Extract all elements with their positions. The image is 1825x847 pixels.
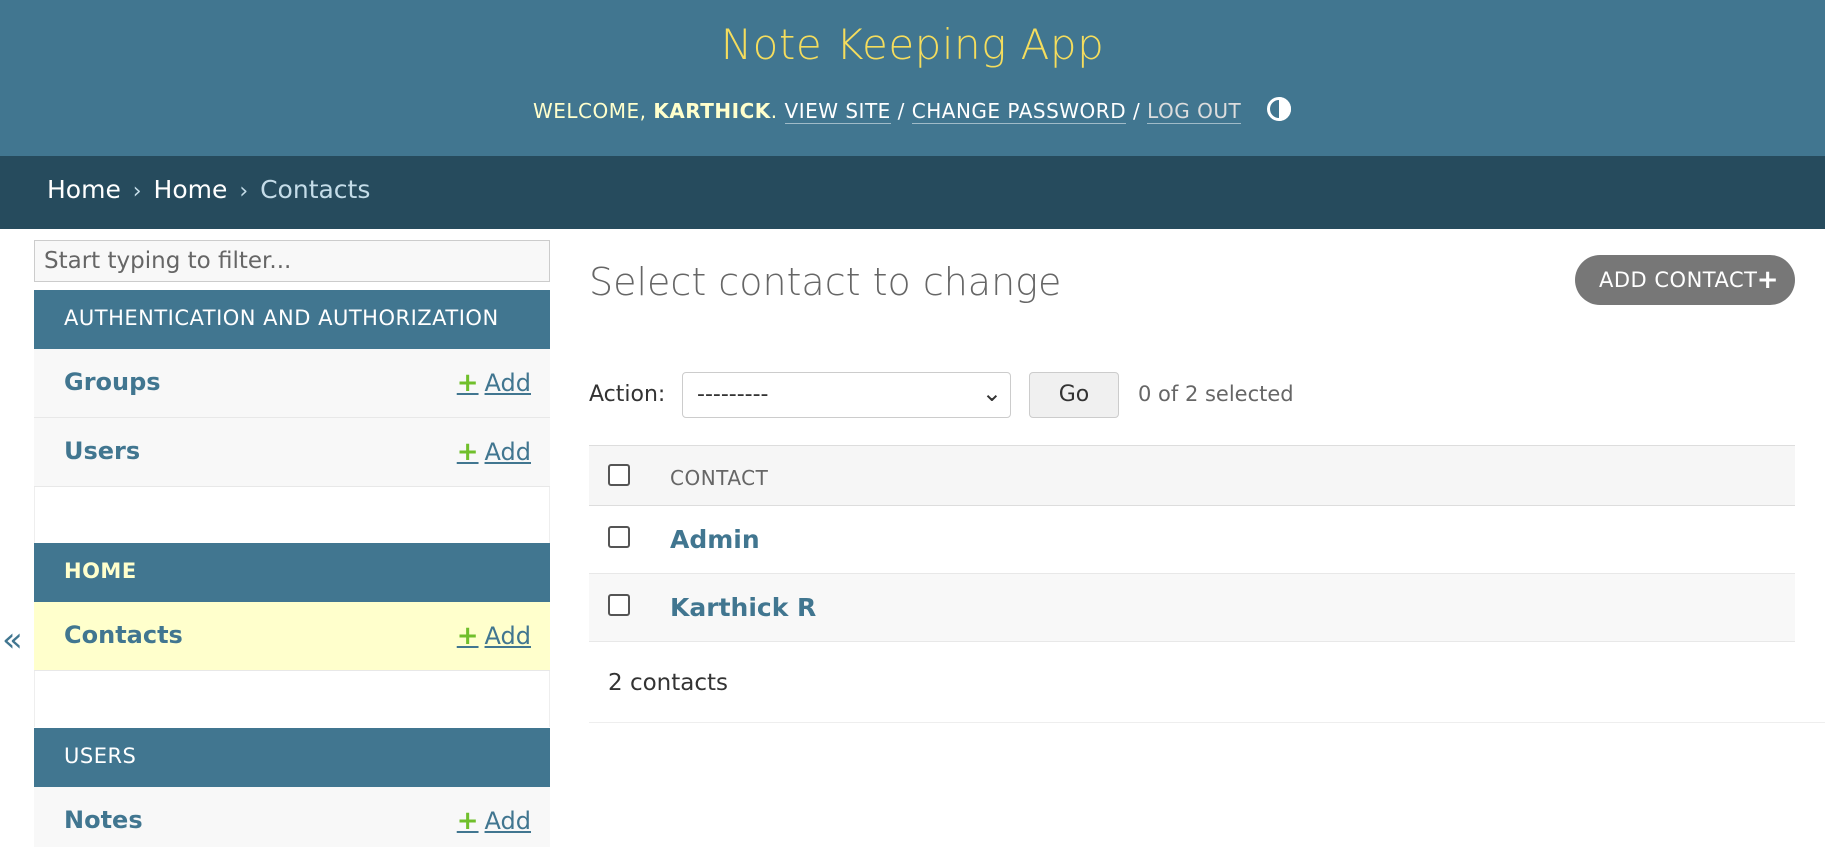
row-link[interactable]: Karthick R: [670, 593, 816, 622]
username: Karthick: [653, 99, 771, 123]
welcome-text: Welcome,: [532, 99, 654, 123]
add-groups-link[interactable]: + Add: [457, 368, 531, 398]
sidebar-item-label[interactable]: Groups: [64, 368, 161, 396]
theme-toggle-icon[interactable]: [1266, 96, 1292, 122]
add-contact-label: Add contact: [1599, 268, 1758, 292]
breadcrumb: Home › Home › Contacts: [0, 156, 1825, 229]
action-select[interactable]: --------- ⌄: [682, 372, 1011, 418]
change-password-link[interactable]: Change password: [911, 99, 1127, 124]
module-caption[interactable]: Users: [34, 728, 550, 787]
header: Note Keeping App Welcome, Karthick. View…: [0, 0, 1825, 156]
sidebar-item-notes: Notes + Add: [34, 787, 550, 847]
select-all-checkbox[interactable]: [608, 464, 630, 486]
breadcrumb-separator: ›: [239, 179, 249, 204]
module-users: Users Notes + Add: [34, 728, 550, 847]
action-label: Action:: [589, 382, 666, 407]
breadcrumb-separator: ›: [132, 179, 142, 204]
add-users-link[interactable]: + Add: [457, 437, 531, 467]
sidebar-item-users: Users + Add: [34, 418, 550, 487]
chevron-down-icon: ⌄: [981, 379, 1002, 407]
action-select-value: ---------: [697, 382, 769, 407]
go-button[interactable]: Go: [1029, 372, 1119, 418]
add-contact-button[interactable]: Add contact +: [1575, 255, 1795, 305]
sidebar-item-groups: Groups + Add: [34, 349, 550, 418]
page-title: Select contact to change: [589, 260, 1062, 304]
site-name[interactable]: Note Keeping App: [0, 20, 1825, 69]
module-home: Home Contacts + Add: [34, 543, 550, 727]
table-header: Contact: [589, 445, 1795, 506]
module-caption[interactable]: Home: [34, 543, 550, 602]
result-table: Contact Admin Karthick R: [589, 445, 1795, 642]
row-checkbox[interactable]: [608, 526, 630, 548]
sidebar-item-label[interactable]: Notes: [64, 806, 143, 834]
table-row: Karthick R: [589, 574, 1795, 642]
plus-icon: +: [456, 621, 479, 651]
add-contacts-link[interactable]: + Add: [457, 621, 531, 651]
row-link[interactable]: Admin: [670, 525, 760, 554]
user-tools: Welcome, Karthick. View site / Change pa…: [0, 96, 1825, 124]
plus-icon: +: [456, 437, 479, 467]
separator: /: [897, 99, 905, 123]
sidebar-item-label[interactable]: Users: [64, 437, 140, 465]
breadcrumb-home[interactable]: Home: [47, 175, 121, 204]
plus-icon: +: [456, 368, 479, 398]
log-out-link[interactable]: Log out: [1147, 99, 1242, 124]
actions-bar: Action: --------- ⌄ Go 0 of 2 selected: [589, 372, 1795, 418]
sidebar-item-label[interactable]: Contacts: [64, 621, 183, 649]
selection-count: 0 of 2 selected: [1138, 382, 1294, 406]
column-header-contact[interactable]: Contact: [670, 466, 768, 490]
module-spacer: [34, 671, 550, 727]
sidebar-item-contacts: Contacts + Add: [34, 602, 550, 671]
welcome-period: .: [770, 99, 778, 123]
view-site-link[interactable]: View site: [784, 99, 891, 124]
table-row: Admin: [589, 506, 1795, 574]
paginator: 2 contacts: [589, 654, 1825, 723]
sidebar-filter-input[interactable]: [34, 240, 550, 282]
breadcrumb-app-home[interactable]: Home: [154, 175, 228, 204]
module-caption[interactable]: Authentication and Authorization: [34, 290, 550, 349]
row-checkbox[interactable]: [608, 594, 630, 616]
sidebar-collapse-button[interactable]: «: [2, 620, 28, 660]
add-notes-link[interactable]: + Add: [457, 806, 531, 836]
breadcrumb-current: Contacts: [260, 175, 371, 204]
plus-icon: +: [1756, 265, 1779, 295]
separator: /: [1132, 99, 1141, 123]
module-auth: Authentication and Authorization Groups …: [34, 290, 550, 543]
plus-icon: +: [456, 806, 479, 836]
module-spacer: [34, 487, 550, 543]
